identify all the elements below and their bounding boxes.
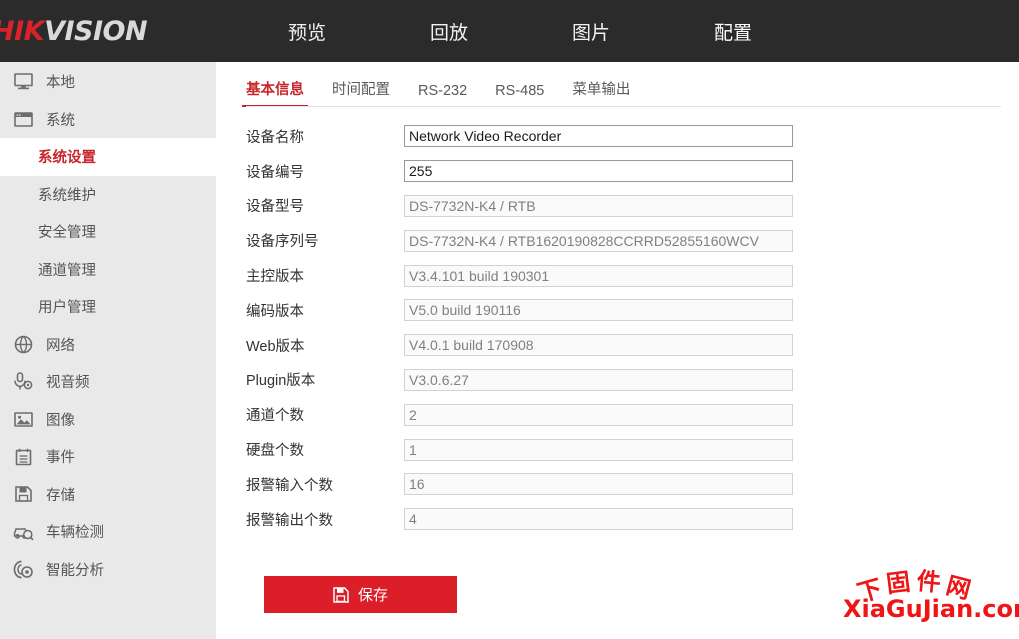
form-row-plugin-version: Plugin版本 V3.0.6.27 <box>246 363 1006 398</box>
sidebar-subitem-system-maintenance[interactable]: 系统维护 <box>0 176 216 214</box>
device-info-form: 设备名称 Network Video Recorder 设备编号 255 设备型… <box>246 119 1006 537</box>
tab-time-config[interactable]: 时间配置 <box>332 78 390 107</box>
sidebar-item-label: 存储 <box>46 487 75 504</box>
field-label: 硬盘个数 <box>246 443 304 460</box>
sidebar-item-storage[interactable]: 存储 <box>0 476 216 514</box>
smart-analysis-icon <box>0 560 46 579</box>
field-label: 设备型号 <box>246 199 304 216</box>
plugin-version-input: V3.0.6.27 <box>404 368 793 391</box>
sidebar-item-label: 本地 <box>46 75 75 92</box>
tab-menu-output[interactable]: 菜单输出 <box>572 78 630 107</box>
field-label: 设备序列号 <box>246 234 319 251</box>
monitor-icon <box>0 73 46 90</box>
firmware-version-input: V3.4.101 build 190301 <box>404 264 793 287</box>
floppy-disk-icon <box>0 485 46 503</box>
sidebar: 本地 系统 系统设置 系统维护 安全管理 通道管理 用户管理 网络 视音频 图像… <box>0 62 216 639</box>
sidebar-subitem-security-management[interactable]: 安全管理 <box>0 213 216 251</box>
top-header: HIKVISION 预览 回放 图片 配置 <box>0 0 1019 62</box>
sidebar-subitem-user-management[interactable]: 用户管理 <box>0 288 216 326</box>
sidebar-item-label: 视音频 <box>46 375 90 392</box>
form-row-firmware-version: 主控版本 V3.4.101 build 190301 <box>246 258 1006 293</box>
form-row-device-model: 设备型号 DS-7732N-K4 / RTB <box>246 189 1006 224</box>
nav-item-configuration[interactable]: 配置 <box>662 18 804 45</box>
sidebar-item-label: 车辆检测 <box>46 525 104 542</box>
car-search-icon <box>0 523 46 541</box>
save-button[interactable]: 保存 <box>264 576 457 613</box>
content-area: 基本信息 时间配置 RS-232 RS-485 菜单输出 设备名称 Networ… <box>216 62 1019 639</box>
nav-item-picture[interactable]: 图片 <box>520 18 662 45</box>
top-navigation: 预览 回放 图片 配置 <box>236 0 804 62</box>
nav-item-playback[interactable]: 回放 <box>378 18 520 45</box>
sidebar-item-label: 网络 <box>46 337 75 354</box>
form-row-channel-count: 通道个数 2 <box>246 397 1006 432</box>
form-row-alarm-in-count: 报警输入个数 16 <box>246 467 1006 502</box>
web-version-input: V4.0.1 build 170908 <box>404 334 793 357</box>
device-model-input: DS-7732N-K4 / RTB <box>404 194 793 217</box>
picture-icon <box>0 411 46 428</box>
alarm-in-count-input: 16 <box>404 473 793 496</box>
form-row-device-no: 设备编号 255 <box>246 154 1006 189</box>
sidebar-item-vehicle-detection[interactable]: 车辆检测 <box>0 513 216 551</box>
tab-divider <box>246 106 1001 107</box>
form-row-serial-number: 设备序列号 DS-7732N-K4 / RTB1620190828CCRRD52… <box>246 223 1006 258</box>
sidebar-subitem-channel-management[interactable]: 通道管理 <box>0 251 216 289</box>
logo-vision-text: VISION <box>44 16 148 47</box>
serial-number-input: DS-7732N-K4 / RTB1620190828CCRRD52855160… <box>404 229 793 252</box>
sidebar-item-system[interactable]: 系统 <box>0 101 216 139</box>
floppy-disk-icon <box>333 586 349 603</box>
field-label: 主控版本 <box>246 269 304 286</box>
window-icon <box>0 111 46 128</box>
logo-hik-text: HIK <box>0 16 45 47</box>
field-label: 报警输出个数 <box>246 512 333 529</box>
sidebar-item-label: 图像 <box>46 412 75 429</box>
sidebar-item-network[interactable]: 网络 <box>0 326 216 364</box>
tab-rs485[interactable]: RS-485 <box>495 83 544 107</box>
nav-item-preview[interactable]: 预览 <box>236 18 378 45</box>
microphone-icon <box>0 372 46 391</box>
alarm-out-count-input: 4 <box>404 508 793 531</box>
field-label: 通道个数 <box>246 408 304 425</box>
channel-count-input: 2 <box>404 403 793 426</box>
form-row-alarm-out-count: 报警输出个数 4 <box>246 502 1006 537</box>
tab-basic-info[interactable]: 基本信息 <box>242 78 308 107</box>
device-no-input[interactable]: 255 <box>404 160 793 183</box>
form-row-encoding-version: 编码版本 V5.0 build 190116 <box>246 293 1006 328</box>
field-label: 设备名称 <box>246 129 304 146</box>
form-row-web-version: Web版本 V4.0.1 build 170908 <box>246 328 1006 363</box>
encoding-version-input: V5.0 build 190116 <box>404 299 793 322</box>
field-label: 编码版本 <box>246 303 304 320</box>
sidebar-item-smart-analysis[interactable]: 智能分析 <box>0 551 216 589</box>
sidebar-item-audio-video[interactable]: 视音频 <box>0 363 216 401</box>
sidebar-item-image[interactable]: 图像 <box>0 401 216 439</box>
globe-icon <box>0 335 46 354</box>
sidebar-item-label: 系统 <box>46 112 75 129</box>
sidebar-item-event[interactable]: 事件 <box>0 438 216 476</box>
sidebar-item-label: 事件 <box>46 450 75 467</box>
field-label: 设备编号 <box>246 164 304 181</box>
form-row-hdd-count: 硬盘个数 1 <box>246 432 1006 467</box>
sidebar-item-label: 智能分析 <box>46 562 104 579</box>
device-name-input[interactable]: Network Video Recorder <box>404 125 793 148</box>
field-label: Plugin版本 <box>246 373 316 390</box>
hdd-count-input: 1 <box>404 438 793 461</box>
sidebar-subitem-system-settings[interactable]: 系统设置 <box>0 138 216 176</box>
hikvision-logo: HIKVISION <box>0 16 148 47</box>
tab-rs232[interactable]: RS-232 <box>418 83 467 107</box>
field-label: Web版本 <box>246 338 305 355</box>
field-label: 报警输入个数 <box>246 477 333 494</box>
list-icon <box>0 448 46 466</box>
sidebar-item-local[interactable]: 本地 <box>0 63 216 101</box>
form-row-device-name: 设备名称 Network Video Recorder <box>246 119 1006 154</box>
content-tabs: 基本信息 时间配置 RS-232 RS-485 菜单输出 <box>242 71 658 107</box>
save-button-label: 保存 <box>357 587 388 604</box>
